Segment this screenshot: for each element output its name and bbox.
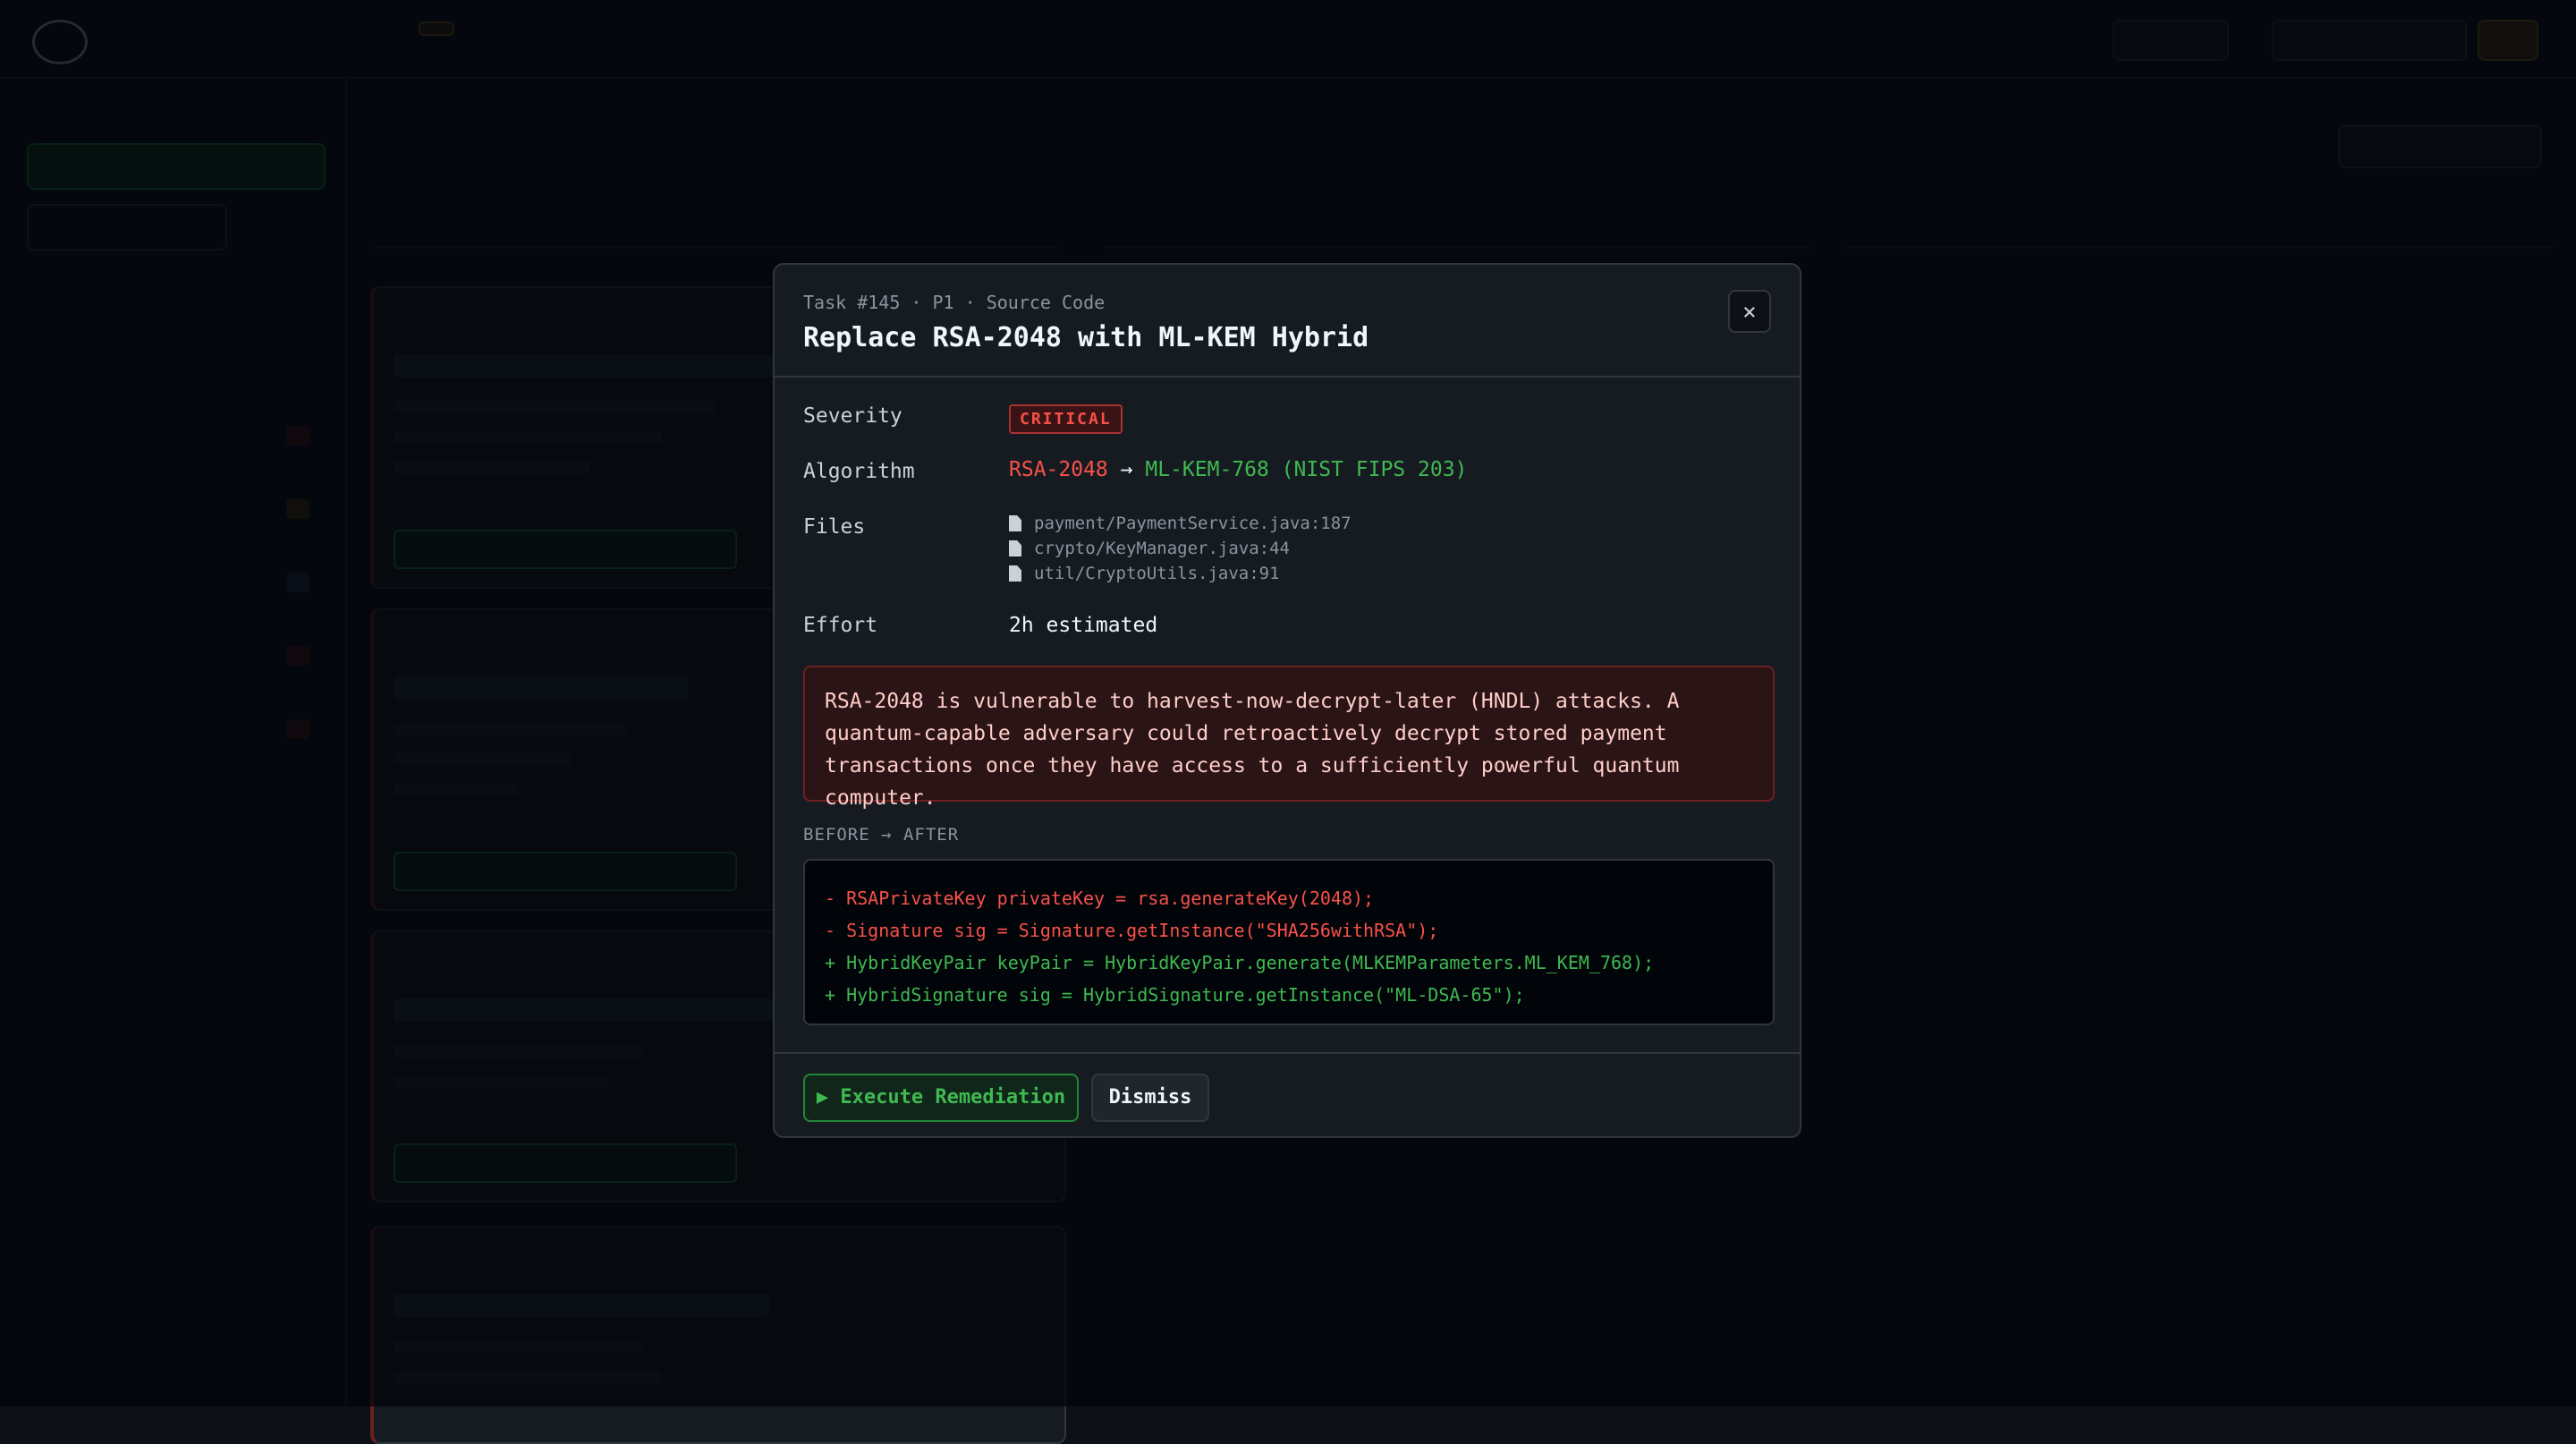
algorithm-value: RSA-2048 → ML-KEM-768 (NIST FIPS 203) [1009,458,1467,481]
file-item[interactable]: payment/PaymentService.java:187 [1009,514,1352,533]
arrow-icon: → [1120,458,1133,481]
modal-footer: ▶ Execute Remediation Dismiss [775,1052,1800,1136]
severity-badge: CRITICAL [1009,404,1123,434]
file-item[interactable]: crypto/KeyManager.java:44 [1009,539,1290,558]
algorithm-label: Algorithm [803,460,915,483]
close-button[interactable]: × [1728,290,1771,333]
code-diff: - RSAPrivateKey privateKey = rsa.generat… [803,859,1775,1025]
file-icon [1009,515,1021,531]
code-line-added: + HybridSignature sig = HybridSignature.… [825,984,1525,1006]
file-icon [1009,565,1021,582]
file-item[interactable]: util/CryptoUtils.java:91 [1009,564,1280,583]
before-after-label: BEFORE → AFTER [803,825,960,845]
vulnerability-warning: RSA-2048 is vulnerable to harvest-now-de… [803,666,1775,810]
algorithm-from: RSA-2048 [1009,458,1108,481]
file-icon [1009,540,1021,556]
effort-label: Effort [803,614,878,637]
code-line-removed: - Signature sig = Signature.getInstance(… [825,920,1439,941]
file-path: util/CryptoUtils.java:91 [1034,564,1280,583]
code-line-added: + HybridKeyPair keyPair = HybridKeyPair.… [825,952,1655,973]
file-path: crypto/KeyManager.java:44 [1034,539,1290,558]
task-detail-modal: Task #145 · P1 · Source Code Replace RSA… [773,263,1801,1138]
severity-label: Severity [803,404,902,428]
dismiss-button[interactable]: Dismiss [1091,1074,1209,1122]
modal-header: Task #145 · P1 · Source Code Replace RSA… [775,265,1800,378]
task-meta: Task #145 · P1 · Source Code [803,292,1106,313]
close-icon: × [1742,299,1757,326]
modal-title: Replace RSA-2048 with ML-KEM Hybrid [803,322,1369,353]
code-line-removed: - RSAPrivateKey privateKey = rsa.generat… [825,888,1375,909]
file-path: payment/PaymentService.java:187 [1034,514,1352,533]
effort-value: 2h estimated [1009,614,1158,637]
files-label: Files [803,515,866,539]
execute-remediation-button[interactable]: ▶ Execute Remediation [803,1074,1079,1122]
algorithm-to: ML-KEM-768 (NIST FIPS 203) [1145,458,1468,481]
